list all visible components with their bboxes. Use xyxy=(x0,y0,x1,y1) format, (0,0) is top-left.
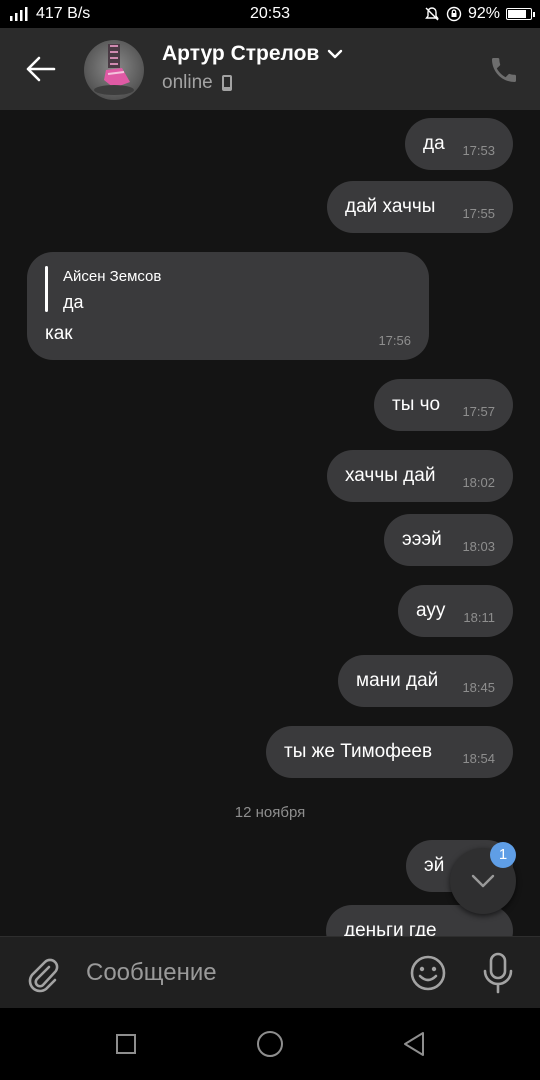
contact-name[interactable]: Артур Стрелов xyxy=(162,42,343,66)
avatar[interactable] xyxy=(84,40,144,100)
message-text: хаччы дай xyxy=(345,465,436,486)
smiley-icon xyxy=(410,955,446,991)
mobile-phone-icon xyxy=(221,75,232,91)
message-time: 17:55 xyxy=(462,206,495,221)
status-right: 92% xyxy=(424,5,535,23)
message-bubble[interactable]: дай хаччы 17:55 xyxy=(327,181,513,233)
message-bubble-with-reply[interactable]: Айсен Земсов да как 17:56 xyxy=(27,252,429,360)
message-time: 18:54 xyxy=(462,751,495,766)
date-separator: 12 ноября xyxy=(234,804,306,821)
message-text: ты чо xyxy=(392,394,441,415)
message-text: ауу xyxy=(416,600,446,621)
chat-header: Артур Стрелов online xyxy=(0,28,540,110)
message-bubble[interactable]: хаччы дай 18:02 xyxy=(327,450,513,502)
battery-fill xyxy=(508,10,527,18)
message-text: дай хаччы xyxy=(345,196,436,217)
battery-percent: 92% xyxy=(467,5,500,22)
message-time: 18:45 xyxy=(462,680,495,695)
message-time: 17:57 xyxy=(462,404,495,419)
call-button[interactable] xyxy=(488,54,520,86)
recents-button[interactable] xyxy=(108,1026,144,1062)
message-bubble[interactable]: ты чо 17:57 xyxy=(374,379,513,431)
contact-status: online xyxy=(162,72,233,94)
message-time: 17:56 xyxy=(378,333,411,348)
message-list[interactable]: да 17:53 дай хаччы 17:55 Айсен Земсов да… xyxy=(0,110,540,936)
unread-count-badge: 1 xyxy=(490,842,516,868)
message-time: 18:02 xyxy=(462,475,495,490)
back-nav-button[interactable] xyxy=(396,1026,432,1062)
attach-button[interactable] xyxy=(22,953,62,993)
home-button[interactable] xyxy=(252,1026,288,1062)
contact-name-text: Артур Стрелов xyxy=(162,42,320,65)
back-button[interactable] xyxy=(18,48,64,90)
message-text: деньги где xyxy=(344,920,437,936)
chevron-down-icon xyxy=(471,874,495,888)
system-navigation-bar xyxy=(0,1008,540,1080)
message-text: как xyxy=(45,323,73,344)
message-composer xyxy=(0,936,540,1008)
circle-icon xyxy=(257,1031,283,1057)
message-time: 18:03 xyxy=(462,539,495,554)
message-text: да xyxy=(423,133,445,154)
emoji-button[interactable] xyxy=(408,953,448,993)
message-time: 18:11 xyxy=(463,610,495,625)
message-time: 17:53 xyxy=(462,143,495,158)
message-bubble[interactable]: ты же Тимофеев 18:54 xyxy=(266,726,513,778)
battery-icon xyxy=(506,8,535,20)
paperclip-icon xyxy=(28,958,59,993)
message-text: эй xyxy=(424,855,445,876)
rotation-lock-icon xyxy=(446,6,462,22)
message-bubble[interactable]: мани дай 18:45 xyxy=(338,655,513,707)
status-bar: 417 B/s 20:53 92% xyxy=(0,0,540,28)
back-arrow-icon xyxy=(26,56,56,82)
message-bubble[interactable]: да 17:53 xyxy=(405,118,513,170)
phone-call-icon xyxy=(492,58,516,82)
reply-text: да xyxy=(63,292,84,312)
chevron-down-icon xyxy=(328,49,343,59)
message-text: мани дай xyxy=(356,670,439,691)
status-text: online xyxy=(162,72,213,93)
avatar-image xyxy=(94,44,134,95)
message-bubble[interactable]: эээй 18:03 xyxy=(384,514,513,566)
message-bubble[interactable]: ауу 18:11 xyxy=(398,585,513,637)
message-text: ты же Тимофеев xyxy=(284,741,433,762)
triangle-back-icon xyxy=(404,1032,424,1056)
message-text: эээй xyxy=(402,529,442,550)
voice-record-button[interactable] xyxy=(480,951,516,995)
reply-author: Айсен Земсов xyxy=(63,268,162,285)
microphone-icon xyxy=(483,952,513,994)
reply-quote-bar xyxy=(45,266,48,312)
message-input[interactable] xyxy=(86,955,386,991)
mute-bell-icon xyxy=(425,7,439,21)
square-icon xyxy=(116,1034,136,1054)
